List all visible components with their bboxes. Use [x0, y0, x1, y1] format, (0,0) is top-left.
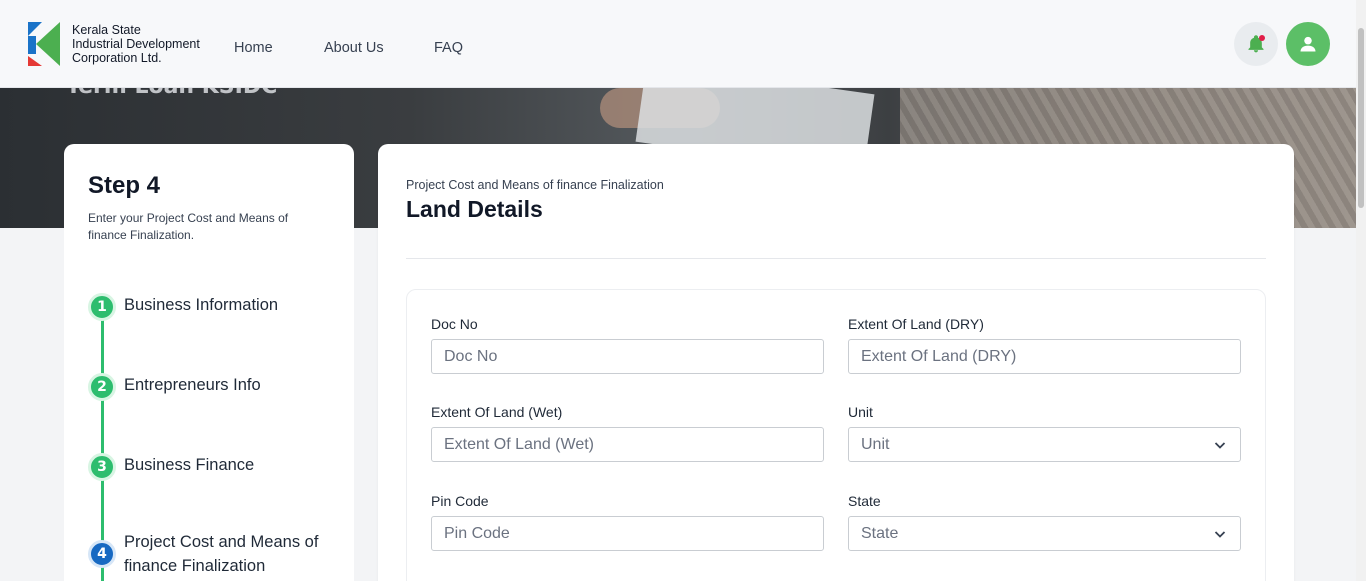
top-header: Kerala State Industrial Development Corp… — [0, 0, 1366, 88]
doc-no-label: Doc No — [431, 316, 478, 332]
user-profile-button[interactable] — [1286, 22, 1330, 66]
main-form-card: Project Cost and Means of finance Finali… — [378, 144, 1294, 581]
extent-wet-field: Extent Of Land (Wet) — [431, 404, 824, 462]
nav-home[interactable]: Home — [234, 40, 273, 56]
divider — [406, 258, 1266, 259]
pin-code-field: Pin Code — [431, 493, 824, 551]
step-label: Business Finance — [124, 456, 255, 474]
doc-no-input[interactable] — [431, 339, 824, 374]
step-label: Project Cost and Means of finance Finali… — [124, 533, 319, 575]
pin-code-label: Pin Code — [431, 493, 489, 509]
step-number: 4 — [88, 540, 116, 568]
step-number: 1 — [88, 293, 116, 321]
org-name: Kerala State Industrial Development Corp… — [72, 23, 200, 65]
chevron-down-icon — [1214, 531, 1226, 538]
page-scrollbar[interactable] — [1356, 0, 1366, 581]
extent-wet-input[interactable] — [431, 427, 824, 462]
state-select-value: State — [861, 524, 899, 542]
step-title: Step 4 — [88, 172, 161, 199]
unit-label: Unit — [848, 404, 873, 420]
section-subtitle: Project Cost and Means of finance Finali… — [406, 178, 664, 192]
notification-dot — [1259, 35, 1265, 41]
section-title: Land Details — [406, 196, 543, 222]
unit-select[interactable]: Unit — [848, 427, 1241, 462]
org-name-line: Industrial Development — [72, 37, 200, 51]
chevron-down-icon — [1214, 442, 1226, 449]
extent-dry-field: Extent Of Land (DRY) — [848, 316, 1241, 374]
unit-field: Unit Unit — [848, 404, 1241, 462]
step-label: Entrepreneurs Info — [124, 376, 261, 394]
org-name-line: Kerala State — [72, 23, 141, 37]
hero-title: Term Loan KSIDC — [66, 88, 277, 99]
extent-wet-label: Extent Of Land (Wet) — [431, 404, 563, 420]
land-details-form: Doc No Extent Of Land (DRY) Extent Of La… — [406, 289, 1266, 581]
step-item-project-cost[interactable]: 4 Project Cost and Means of finance Fina… — [88, 530, 324, 578]
unit-select-value: Unit — [861, 435, 890, 453]
step-number: 3 — [88, 453, 116, 481]
doc-no-field: Doc No — [431, 316, 824, 374]
user-icon — [1300, 36, 1316, 52]
nav-about-us[interactable]: About Us — [324, 40, 384, 56]
scrollbar-thumb[interactable] — [1358, 28, 1364, 208]
step-label: Business Information — [124, 296, 279, 314]
org-name-line: Corporation Ltd. — [72, 51, 162, 65]
state-label: State — [848, 493, 881, 509]
step-item-business-finance[interactable]: 3 Business Finance — [88, 453, 324, 481]
state-select[interactable]: State — [848, 516, 1241, 551]
step-number: 2 — [88, 373, 116, 401]
step-item-business-information[interactable]: 1 Business Information — [88, 293, 324, 321]
notifications-button[interactable] — [1234, 22, 1278, 66]
step-item-entrepreneurs-info[interactable]: 2 Entrepreneurs Info — [88, 373, 324, 401]
extent-dry-input[interactable] — [848, 339, 1241, 374]
ksidc-logo[interactable] — [28, 22, 60, 66]
extent-dry-label: Extent Of Land (DRY) — [848, 316, 984, 332]
pin-code-input[interactable] — [431, 516, 824, 551]
steps-panel: Step 4 Enter your Project Cost and Means… — [64, 144, 354, 581]
state-field: State State — [848, 493, 1241, 551]
step-description: Enter your Project Cost and Means of fin… — [88, 211, 289, 242]
nav-faq[interactable]: FAQ — [434, 40, 463, 56]
